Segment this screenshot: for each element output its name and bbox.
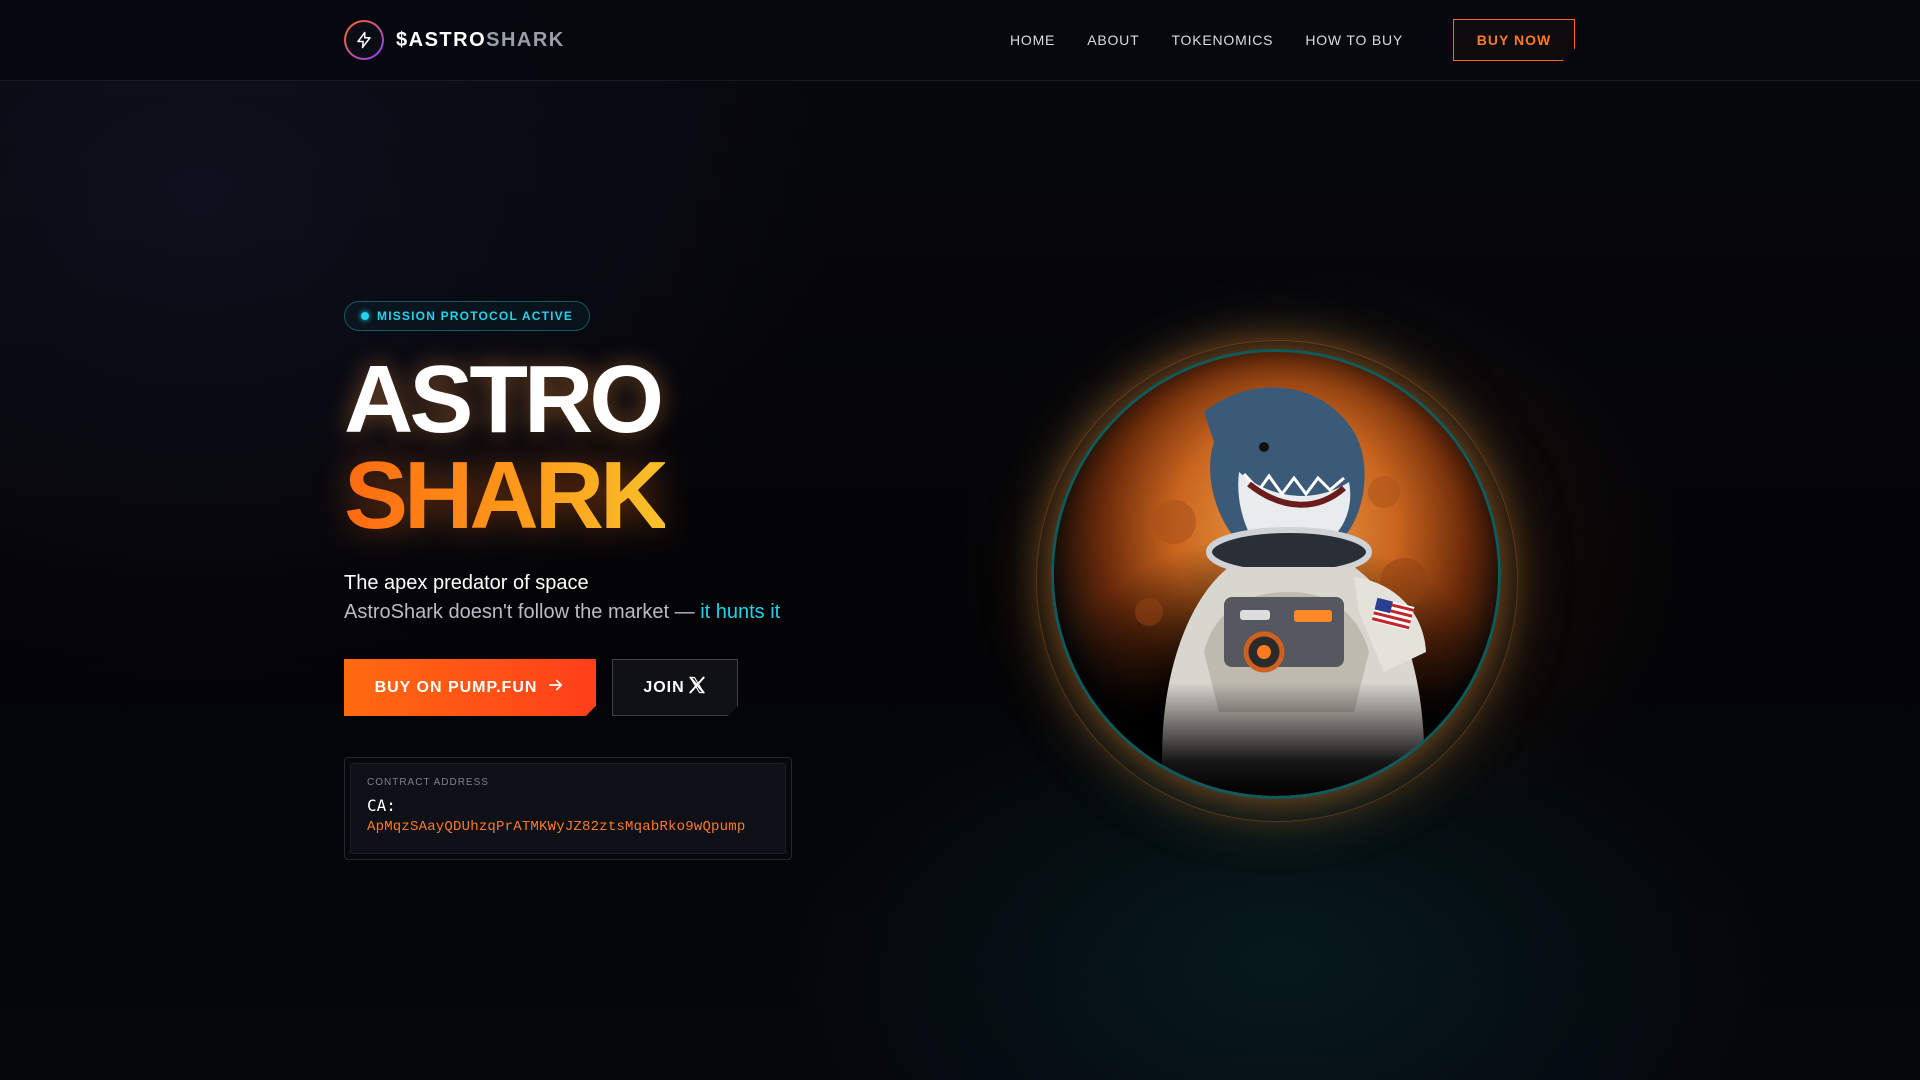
contract-prefix: CA: (367, 796, 396, 815)
contract-address-box[interactable]: CONTRACT ADDRESS CA: ApMqzSAayQDUhzqPrAT… (344, 757, 792, 860)
join-label: JOIN (643, 678, 685, 696)
nav-home[interactable]: HOME (1010, 32, 1055, 48)
nav-about[interactable]: ABOUT (1087, 32, 1139, 48)
hero-subline: AstroShark doesn't follow the market — i… (344, 601, 780, 624)
buy-now-button[interactable]: BUY NOW (1453, 19, 1575, 61)
shark-astronaut-illustration (1051, 349, 1501, 799)
hero-title: ASTRO SHARK (344, 346, 669, 549)
x-logo-icon (687, 675, 707, 700)
hero-title-line1: ASTRO (344, 346, 664, 453)
contract-address-inner: CONTRACT ADDRESS CA: ApMqzSAayQDUhzqPrAT… (350, 763, 786, 854)
nav-tokenomics[interactable]: TOKENOMICS (1171, 32, 1273, 48)
status-dot-icon (361, 312, 369, 320)
join-x-button[interactable]: JOIN (612, 659, 738, 716)
brand-name-primary: $ASTRO (396, 28, 487, 51)
page: $ASTROSHARK HOME ABOUT TOKENOMICS HOW TO… (0, 0, 1920, 1080)
site-header: $ASTROSHARK HOME ABOUT TOKENOMICS HOW TO… (0, 0, 1920, 81)
main-nav: HOME ABOUT TOKENOMICS HOW TO BUY (1010, 0, 1403, 80)
brand-logo-link[interactable]: $ASTROSHARK (344, 20, 565, 60)
contract-label: CONTRACT ADDRESS (367, 777, 489, 788)
mission-status-badge: MISSION PROTOCOL ACTIVE (344, 301, 591, 331)
brand-name: $ASTROSHARK (396, 29, 565, 52)
shark-astronaut-drawing (1054, 387, 1498, 796)
badge-label: MISSION PROTOCOL ACTIVE (377, 309, 574, 323)
lightning-bolt-icon (344, 20, 384, 60)
buy-on-pumpfun-label: BUY ON PUMP.FUN (374, 678, 538, 696)
hero-title-line2: SHARK (344, 442, 669, 549)
brand-name-secondary: SHARK (486, 28, 565, 51)
hero-subline-text: AstroShark doesn't follow the market — (344, 601, 701, 623)
nav-how-to-buy[interactable]: HOW TO BUY (1305, 32, 1403, 48)
hero-subline-highlight: it hunts it (700, 601, 781, 623)
buy-on-pumpfun-button[interactable]: BUY ON PUMP.FUN (344, 659, 596, 716)
arrow-right-icon (547, 676, 565, 699)
contract-address-value[interactable]: ApMqzSAayQDUhzqPrATMKWyJZ82ztsMqabRko9wQ… (367, 819, 769, 835)
hero-tagline: The apex predator of space (344, 572, 589, 594)
